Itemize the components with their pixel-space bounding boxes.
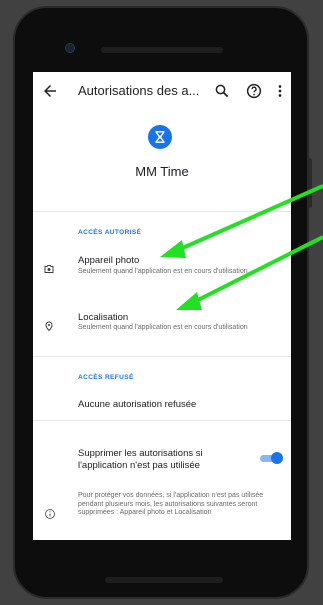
- side-power-button: [308, 158, 312, 208]
- permission-subtitle: Seulement quand l'application est en cou…: [78, 324, 248, 331]
- divider: [33, 356, 291, 357]
- app-icon: [148, 125, 172, 149]
- location-icon: [45, 321, 53, 332]
- more-options-icon[interactable]: [273, 82, 287, 100]
- auto-revoke-info-text: Pour protéger vos données, si l'applicat…: [78, 492, 264, 516]
- no-denied-permissions-text: Aucune autorisation refusée: [78, 399, 197, 410]
- front-camera: [65, 43, 75, 53]
- permission-title: Localisation: [78, 312, 129, 323]
- permission-subtitle: Seulement quand l'application est en cou…: [78, 268, 248, 275]
- app-bar: Autorisations des a...: [33, 72, 291, 110]
- back-arrow-icon[interactable]: [41, 82, 59, 100]
- screen: Autorisations des a... MM Time ACCÈS AUT…: [33, 72, 291, 540]
- app-name: MM Time: [135, 164, 189, 179]
- help-icon[interactable]: [245, 82, 263, 100]
- auto-revoke-label: Supprimer les autorisations si l'applica…: [78, 448, 203, 471]
- page-title: Autorisations des a...: [78, 83, 200, 98]
- top-speaker: [101, 47, 223, 53]
- bottom-speaker: [105, 577, 223, 583]
- divider: [33, 420, 291, 421]
- search-icon[interactable]: [213, 82, 231, 100]
- auto-revoke-toggle[interactable]: [258, 452, 283, 464]
- divider: [33, 211, 291, 212]
- denied-section-header: ACCÈS REFUSÉ: [78, 374, 134, 381]
- permission-title: Appareil photo: [78, 255, 140, 266]
- toggle-thumb: [271, 452, 283, 464]
- allowed-section-header: ACCÈS AUTORISÉ: [78, 229, 142, 236]
- info-icon: [45, 509, 55, 519]
- camera-icon: [44, 265, 54, 273]
